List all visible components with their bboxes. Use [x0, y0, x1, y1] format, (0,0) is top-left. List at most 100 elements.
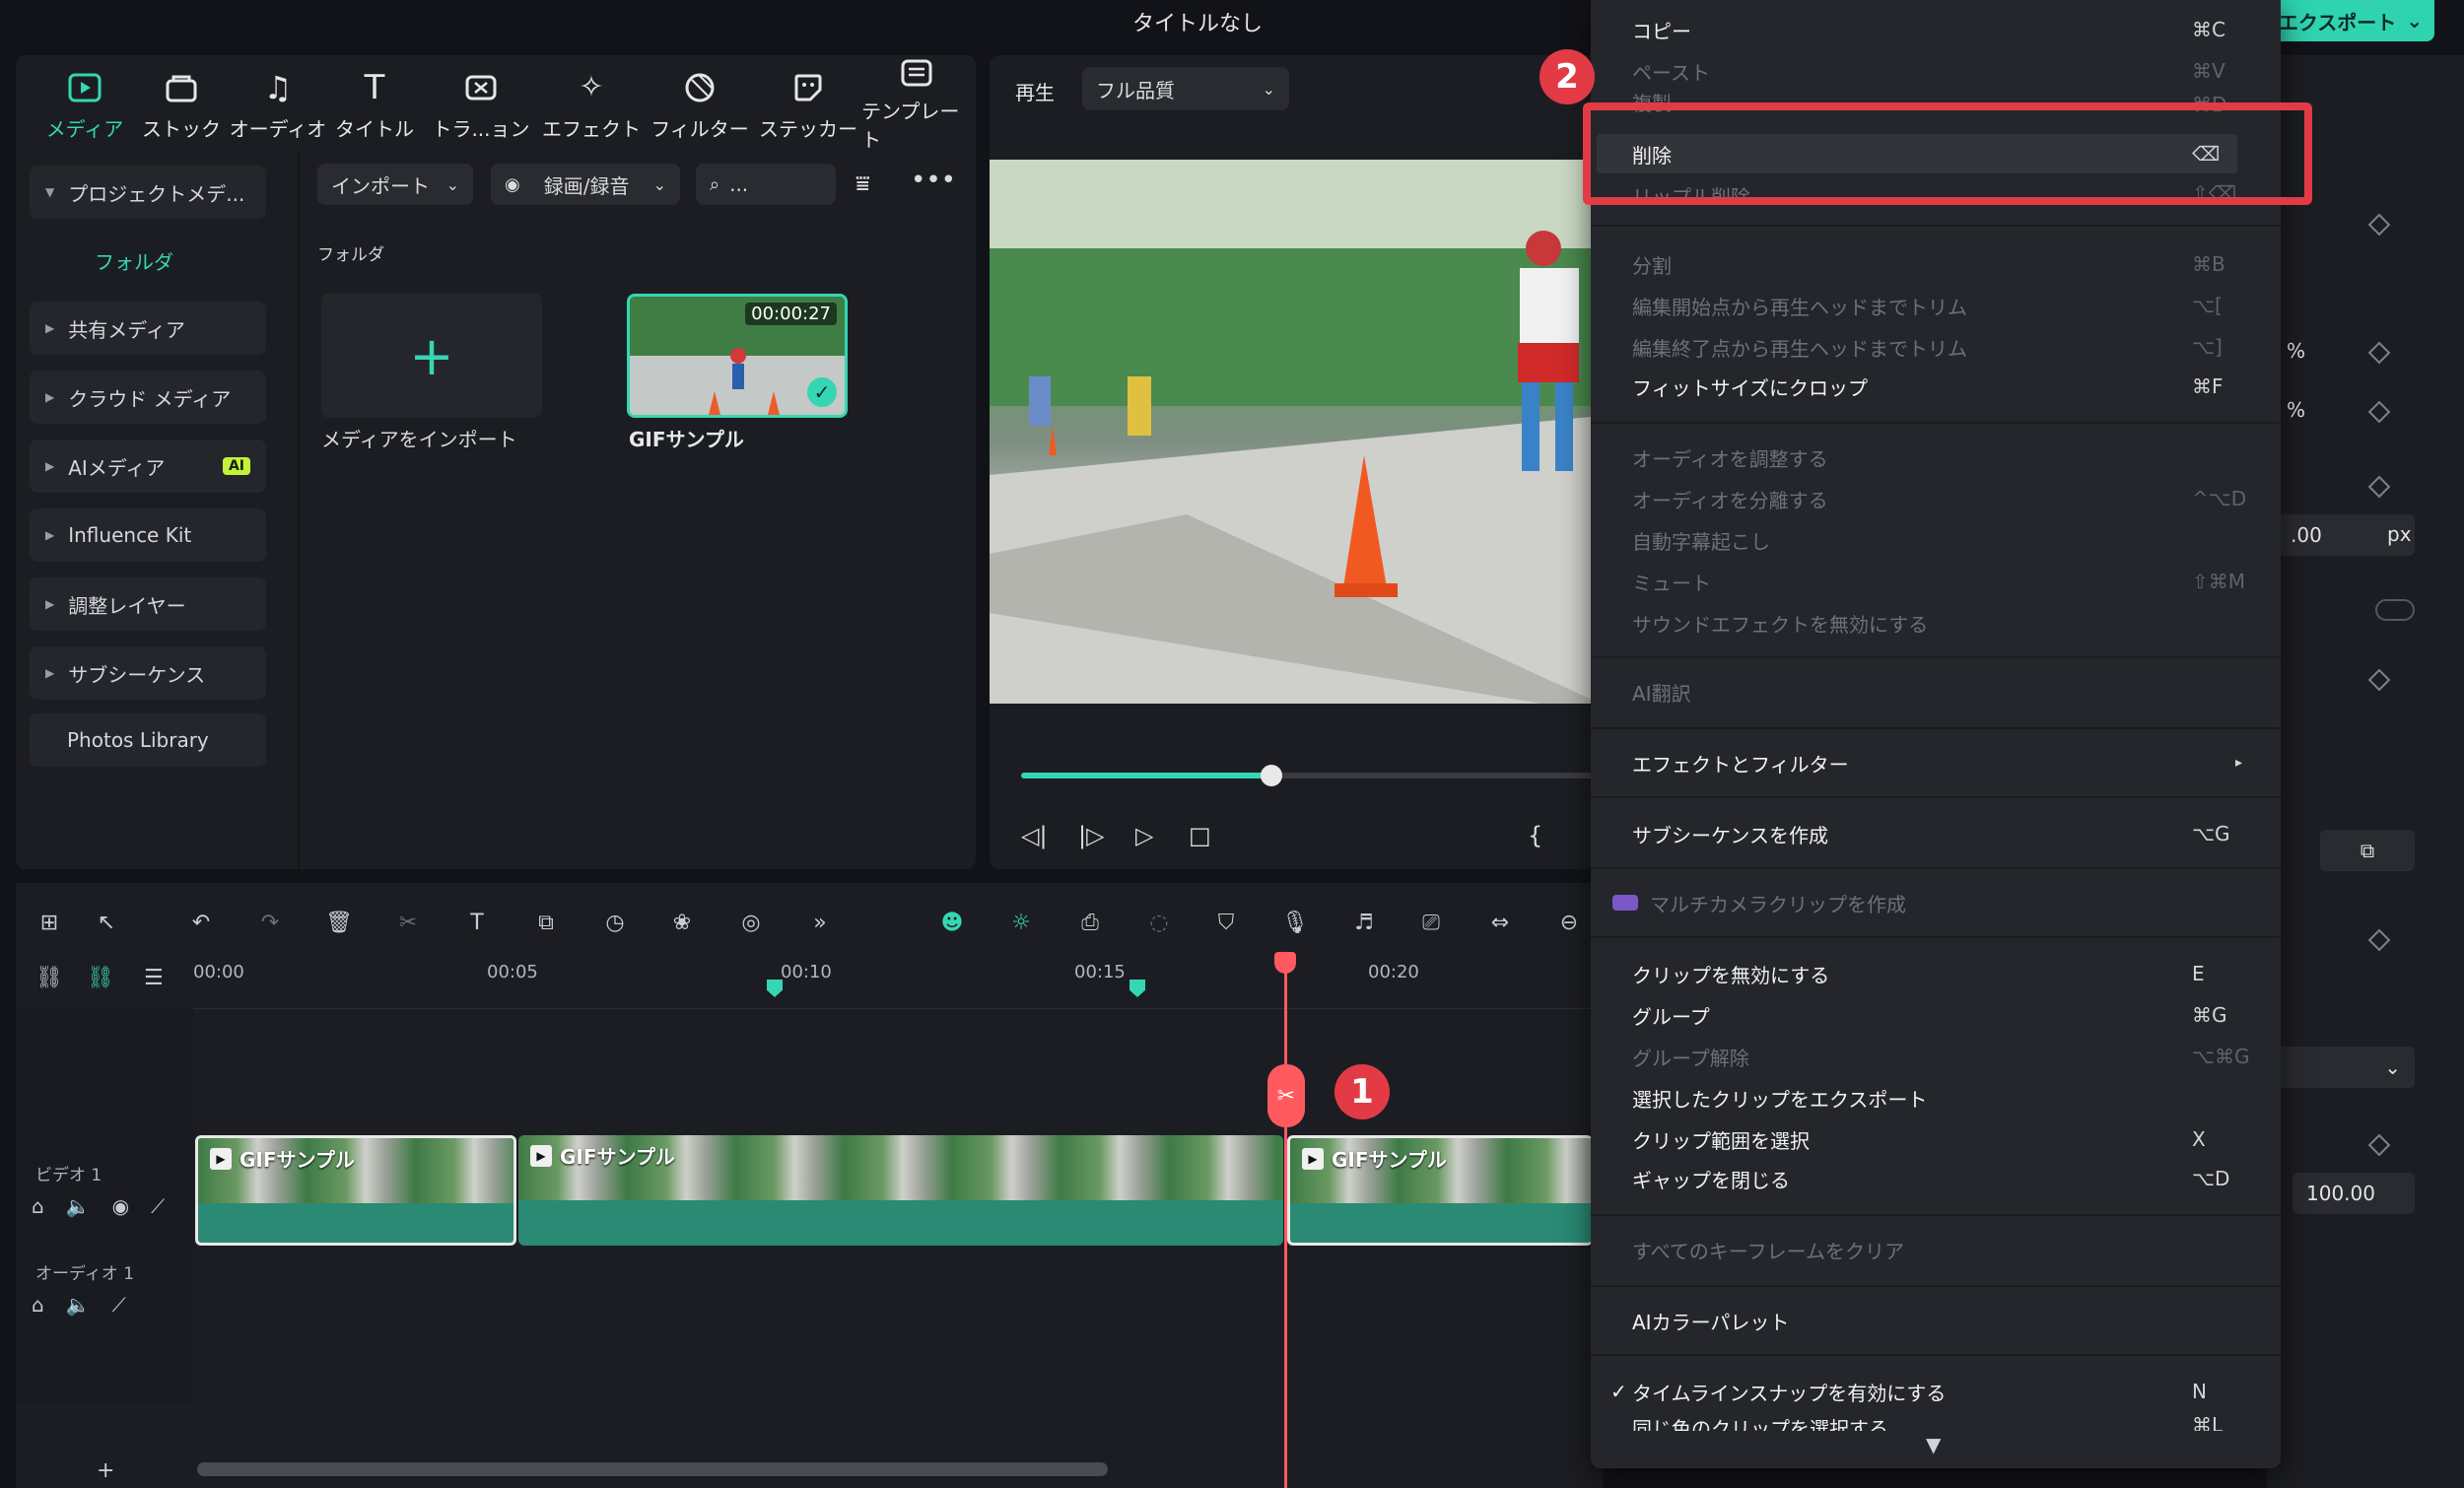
trash-icon[interactable]: 🗑: [321, 905, 357, 940]
eye-icon[interactable]: ◉: [112, 1194, 129, 1218]
microphone-icon[interactable]: 🎙: [1277, 905, 1313, 940]
menu-item-select-same-color[interactable]: 同じ色のクリップを選択する ⌘L: [1610, 1413, 2261, 1431]
text-tool-icon[interactable]: T: [459, 905, 495, 940]
menu-item-effects-filters[interactable]: エフェクトとフィルター ▸: [1610, 743, 2261, 782]
sidebar-item-shared-media[interactable]: ▶ 共有メディア: [30, 302, 266, 355]
menu-item-detach-audio[interactable]: オーディオを分離する ^⌥D: [1610, 479, 2261, 518]
ai-assistant-icon[interactable]: ☻: [934, 905, 970, 940]
sidebar-item-cloud-media[interactable]: ▶ クラウド メディア: [30, 371, 266, 424]
menu-item-clear-keyframes[interactable]: すべてのキーフレームをクリア: [1610, 1230, 2261, 1269]
sidebar-item-adjustment-layer[interactable]: ▶ 調整レイヤー: [30, 577, 266, 631]
dropdown[interactable]: ⌄: [2277, 1047, 2415, 1088]
zoom-out-icon[interactable]: ⊖: [1551, 905, 1587, 940]
redo-icon[interactable]: ↷: [252, 905, 288, 940]
menu-item-multicam[interactable]: マルチカメラクリップを作成: [1610, 883, 2261, 922]
more-tools-icon[interactable]: »: [802, 905, 838, 940]
tab-sticker[interactable]: ステッカー: [759, 63, 857, 148]
menu-item-disable-sfx[interactable]: サウンドエフェクトを無効にする: [1610, 603, 2261, 643]
magic-wand-icon[interactable]: ⟋: [112, 1293, 126, 1317]
tab-transition[interactable]: トラ...ョン: [432, 63, 530, 148]
tab-title[interactable]: T タイトル: [325, 63, 424, 148]
scroll-down-arrow-icon[interactable]: ▼: [1926, 1433, 1941, 1456]
undo-icon[interactable]: ↶: [183, 905, 219, 940]
menu-item-select-range[interactable]: クリップ範囲を選択 X: [1610, 1119, 2261, 1159]
menu-item-auto-caption[interactable]: 自動字幕起こし: [1610, 520, 2261, 560]
layout-grid-icon[interactable]: ⊞: [32, 905, 67, 940]
magic-wand-icon[interactable]: ⟋: [151, 1194, 165, 1218]
folder-lock-icon[interactable]: ⌂: [32, 1194, 44, 1218]
split-scissors-icon[interactable]: ✂: [1267, 1064, 1305, 1127]
menu-item-mute[interactable]: ミュート ⇧⌘M: [1610, 562, 2261, 601]
tab-stock[interactable]: ストック: [132, 63, 231, 148]
marker-icon[interactable]: ⛉: [1208, 905, 1244, 940]
mark-in-icon[interactable]: {: [1528, 822, 1542, 849]
timeline-clip[interactable]: ▶ GIFサンプル: [195, 1135, 516, 1246]
more-options-icon[interactable]: •••: [911, 166, 956, 195]
import-dropdown[interactable]: インポート ⌄: [317, 164, 473, 205]
speaker-icon[interactable]: 🔈: [66, 1293, 91, 1317]
export-button[interactable]: エクスポート ⌄: [2267, 0, 2434, 41]
track-manage-icon[interactable]: ☰: [144, 966, 164, 990]
ai-tools-icon[interactable]: ◎: [733, 905, 769, 940]
menu-item-timeline-snap[interactable]: ✓ タイムラインスナップを有効にする N: [1610, 1372, 2261, 1411]
sidebar-item-ai-media[interactable]: ▶ AIメディア AI: [30, 440, 266, 493]
menu-item-export-selected[interactable]: 選択したクリップをエクスポート: [1610, 1078, 2261, 1117]
toggle-switch[interactable]: [2375, 599, 2415, 621]
tab-template[interactable]: テンプレート: [861, 59, 972, 152]
sidebar-item-influence-kit[interactable]: ▶ Influence Kit: [30, 508, 266, 562]
menu-item-paste[interactable]: ペースト ⌘V: [1610, 51, 2261, 91]
menu-item-adjust-audio[interactable]: オーディオを調整する: [1610, 438, 2261, 477]
video-preview[interactable]: [990, 160, 1601, 704]
scissors-icon[interactable]: ✂: [390, 905, 426, 940]
menu-item-disable-clip[interactable]: クリップを無効にする E: [1610, 954, 2261, 993]
playhead-handle[interactable]: [1274, 952, 1296, 974]
menu-item-group[interactable]: グループ ⌘G: [1610, 995, 2261, 1035]
menu-item-ai-color-palette[interactable]: AIカラーパレット: [1610, 1301, 2261, 1340]
record-dropdown[interactable]: ◉ 録画/録音 ⌄: [491, 164, 680, 205]
speaker-icon[interactable]: 🔈: [66, 1194, 91, 1218]
opacity-field[interactable]: 100.00: [2293, 1173, 2415, 1214]
import-media-tile[interactable]: +: [321, 294, 542, 418]
fit-icon[interactable]: ⇔: [1482, 905, 1518, 940]
auto-highlight-icon[interactable]: ☼: [1003, 905, 1039, 940]
menu-item-copy[interactable]: コピー ⌘C: [1610, 10, 2261, 49]
tab-effects[interactable]: ✧ エフェクト: [542, 63, 641, 148]
timeline-clip[interactable]: ▶ GIFサンプル: [1287, 1135, 1593, 1246]
select-tool-icon[interactable]: ↖: [89, 905, 124, 940]
tab-media[interactable]: メディア: [35, 63, 134, 148]
filter-sort-icon[interactable]: ⩸: [856, 169, 870, 197]
menu-item-ungroup[interactable]: グループ解除 ⌥⌘G: [1610, 1037, 2261, 1076]
crop-icon[interactable]: ⧉: [528, 905, 564, 940]
search-input[interactable]: ⌕ ...: [696, 164, 836, 205]
step-back-icon[interactable]: ◁|: [1021, 822, 1048, 849]
menu-item-split[interactable]: 分割 ⌘B: [1610, 244, 2261, 284]
tab-audio[interactable]: ♫ オーディオ: [229, 63, 327, 148]
gif-sample-thumbnail[interactable]: 00:00:27 ✓: [627, 294, 848, 418]
stop-icon[interactable]: □: [1189, 822, 1211, 849]
playback-scrubber-handle[interactable]: [1260, 765, 1282, 786]
menu-item-close-gap[interactable]: ギャップを閉じる ⌥D: [1610, 1159, 2261, 1198]
sidebar-item-folder[interactable]: フォルダ: [95, 246, 173, 275]
audio-mix-icon[interactable]: ♬: [1346, 905, 1382, 940]
sidebar-item-subsequence[interactable]: ▶ サブシーケンス: [30, 646, 266, 700]
timeline-scrollbar[interactable]: [197, 1462, 1108, 1476]
menu-item-ai-translate[interactable]: AI翻訳: [1610, 672, 2261, 711]
menu-item-trim-start[interactable]: 編集開始点から再生ヘッドまでトリム ⌥[: [1610, 286, 2261, 325]
sidebar-item-photos-library[interactable]: Photos Library: [30, 713, 266, 767]
add-track-button[interactable]: +: [97, 1458, 114, 1483]
unlink-icon[interactable]: ⛓: [35, 966, 63, 990]
camera-icon[interactable]: ⎙: [1072, 905, 1108, 940]
folder-lock-icon[interactable]: ⌂: [32, 1293, 44, 1317]
menu-item-trim-end[interactable]: 編集終了点から再生ヘッドまでトリム ⌥]: [1610, 327, 2261, 367]
tab-filter[interactable]: フィルター: [650, 63, 749, 148]
color-icon[interactable]: ❀: [664, 905, 700, 940]
menu-item-create-subsequence[interactable]: サブシーケンスを作成 ⌥G: [1610, 814, 2261, 853]
copy-button[interactable]: ⧉: [2320, 830, 2415, 871]
quality-select[interactable]: フル品質 ⌄: [1082, 67, 1289, 110]
link-icon[interactable]: ⛓: [87, 966, 114, 990]
playhead[interactable]: [1284, 966, 1287, 1488]
timeline-clip[interactable]: ▶ GIFサンプル: [518, 1135, 1283, 1246]
speed-icon[interactable]: ◷: [597, 905, 633, 940]
step-forward-icon[interactable]: |▷: [1078, 822, 1105, 849]
play-icon[interactable]: ▷: [1135, 822, 1153, 849]
